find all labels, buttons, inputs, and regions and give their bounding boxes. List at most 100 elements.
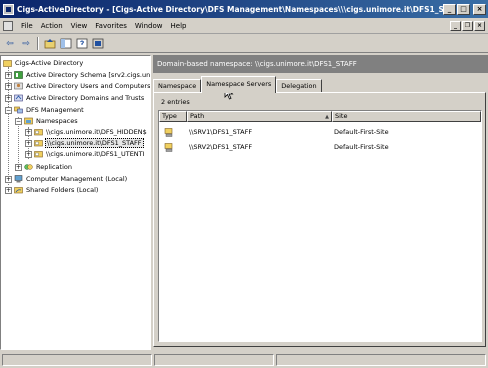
column-header-type[interactable]: Type <box>159 111 187 122</box>
expand-icon[interactable]: + <box>5 82 12 90</box>
toolbar: ⇦ ⇨ <box>0 35 488 53</box>
expand-icon[interactable]: + <box>5 175 12 183</box>
collapse-icon[interactable]: − <box>15 117 22 125</box>
table-row[interactable]: \\SRV2\DFS1_STAFF Default-First-Site <box>159 140 481 154</box>
tab-namespace[interactable]: Namespace <box>153 79 202 93</box>
column-header-site[interactable]: Site <box>332 111 481 122</box>
status-pane-middle <box>154 354 274 366</box>
tab-delegation[interactable]: Delegation <box>276 79 322 93</box>
replication-icon <box>24 164 33 170</box>
menu-file[interactable]: File <box>17 22 37 30</box>
window-title: Cigs-ActiveDirectory - [Cigs-Active Dire… <box>17 4 443 14</box>
tab-namespace-servers[interactable]: Namespace Servers <box>201 76 277 93</box>
menu-view[interactable]: View <box>67 22 92 30</box>
up-level-icon[interactable] <box>43 37 57 51</box>
domains-trusts-icon <box>14 94 23 102</box>
menu-window[interactable]: Window <box>131 22 167 30</box>
expand-icon[interactable]: + <box>5 71 12 79</box>
tab-strip: Namespace Namespace Servers Delegation <box>153 76 322 93</box>
tree-item-label: Replication <box>36 163 72 171</box>
status-bar <box>0 352 488 368</box>
server-icon <box>164 142 173 152</box>
namespace-icon <box>34 129 43 136</box>
column-header-path[interactable]: Path ▲ <box>187 111 332 122</box>
expand-icon[interactable]: + <box>15 163 22 171</box>
forward-icon[interactable]: ⇨ <box>19 37 33 51</box>
tree-item-namespaces[interactable]: − Namespaces <box>15 116 79 126</box>
tree-item-dfs-management[interactable]: − DFS Management <box>5 105 85 115</box>
shared-folders-icon <box>14 187 23 194</box>
tree-item-dfs1-staff[interactable]: + \\cigs.unimore.it\DFS1_STAFF <box>25 138 144 148</box>
mdi-restore-button[interactable]: ❐ <box>462 20 473 31</box>
schema-icon <box>14 71 23 79</box>
properties-icon[interactable] <box>91 37 105 51</box>
server-icon <box>164 127 173 137</box>
table-row[interactable]: \\SRV1\DFS1_STAFF Default-First-Site <box>159 125 481 139</box>
mdi-minimize-button[interactable]: _ <box>450 20 461 31</box>
menu-help[interactable]: Help <box>167 22 191 30</box>
row-path: \\SRV2\DFS1_STAFF <box>189 143 253 151</box>
tree-item-users-computers[interactable]: + Active Directory Users and Computers [… <box>5 81 151 91</box>
mmc-app-icon[interactable] <box>3 3 14 15</box>
tree-item-label: Active Directory Users and Computers [sr… <box>26 82 151 90</box>
details-header: Domain-based namespace: \\cigs.unimore.i… <box>153 55 488 73</box>
row-site: Default-First-Site <box>334 128 389 136</box>
namespace-icon <box>34 140 43 147</box>
column-header-label: Path <box>190 112 205 120</box>
namespaces-icon <box>24 117 33 125</box>
window-controls: _ □ × <box>443 3 486 15</box>
back-icon[interactable]: ⇦ <box>3 37 17 51</box>
tree-item-label: Active Directory Domains and Trusts <box>26 94 145 102</box>
tree-item-label: \\cigs.unimore.it\DFS1_UTENTI <box>46 150 145 158</box>
tree-item-root[interactable]: Cigs-Active Directory <box>3 58 84 68</box>
expand-icon[interactable]: + <box>25 139 32 147</box>
entries-count: 2 entries <box>161 98 190 106</box>
list-header: Type Path ▲ Site <box>159 111 481 122</box>
tree-item-domains-trusts[interactable]: + Active Directory Domains and Trusts <box>5 93 145 103</box>
tree-item-label: \\cigs.unimore.it\DFS1_STAFF <box>45 138 144 148</box>
tree-item-shared-folders[interactable]: + Shared Folders (Local) <box>5 185 99 195</box>
help-icon[interactable] <box>75 37 89 51</box>
status-pane-right <box>276 354 486 366</box>
computer-management-icon <box>14 175 23 183</box>
tree-item-dfs-hidden[interactable]: + \\cigs.unimore.it\DFS_HIDDEN$ <box>25 127 148 137</box>
tree-item-label: Active Directory Schema [srv2.cigs.unimo… <box>26 71 151 79</box>
expand-icon[interactable]: + <box>25 128 32 136</box>
expand-icon[interactable]: + <box>5 186 12 194</box>
folder-icon <box>3 60 12 67</box>
title-bar[interactable]: Cigs-ActiveDirectory - [Cigs-Active Dire… <box>0 0 488 18</box>
expand-icon[interactable]: + <box>25 150 32 158</box>
row-path: \\SRV1\DFS1_STAFF <box>189 128 253 136</box>
toolbar-separator <box>37 37 39 50</box>
tree-item-label: Namespaces <box>36 117 78 125</box>
mdi-controls: _ ❐ × <box>450 20 485 31</box>
tree-item-computer-management[interactable]: + Computer Management (Local) <box>5 174 128 184</box>
minimize-button[interactable]: _ <box>443 3 456 15</box>
expand-icon[interactable]: + <box>5 94 12 102</box>
tree-item-schema[interactable]: + Active Directory Schema [srv2.cigs.uni… <box>5 70 151 80</box>
dfs-icon <box>14 106 23 114</box>
show-hide-console-tree-icon[interactable] <box>59 37 73 51</box>
tree-item-label: \\cigs.unimore.it\DFS_HIDDEN$ <box>46 128 147 136</box>
users-computers-icon <box>14 82 23 90</box>
tree-item-label: Shared Folders (Local) <box>26 186 99 194</box>
menu-action[interactable]: Action <box>37 22 67 30</box>
collapse-icon[interactable]: − <box>5 106 12 114</box>
namespace-icon <box>34 151 43 158</box>
row-site: Default-First-Site <box>334 143 389 151</box>
console-window-icon[interactable] <box>3 20 13 31</box>
tree-item-dfs1-utenti[interactable]: + \\cigs.unimore.it\DFS1_UTENTI <box>25 149 146 159</box>
mdi-close-button[interactable]: × <box>474 20 485 31</box>
tree-item-label: DFS Management <box>26 106 84 114</box>
status-pane-left <box>2 354 152 366</box>
maximize-button[interactable]: □ <box>457 3 470 15</box>
tree-item-replication[interactable]: + Replication <box>15 162 73 172</box>
tree-item-label: Computer Management (Local) <box>26 175 128 183</box>
namespace-servers-list[interactable]: Type Path ▲ Site \\SRV1\DFS1_STAFF Defau… <box>158 110 482 342</box>
sort-ascending-icon: ▲ <box>325 114 329 120</box>
close-button[interactable]: × <box>473 3 486 15</box>
tree-item-label: Cigs-Active Directory <box>15 59 84 67</box>
menu-favorites[interactable]: Favorites <box>91 22 131 30</box>
menu-bar: File Action View Favorites Window Help _… <box>0 18 488 34</box>
console-tree[interactable]: Cigs-Active Directory + Active Directory… <box>0 55 151 350</box>
